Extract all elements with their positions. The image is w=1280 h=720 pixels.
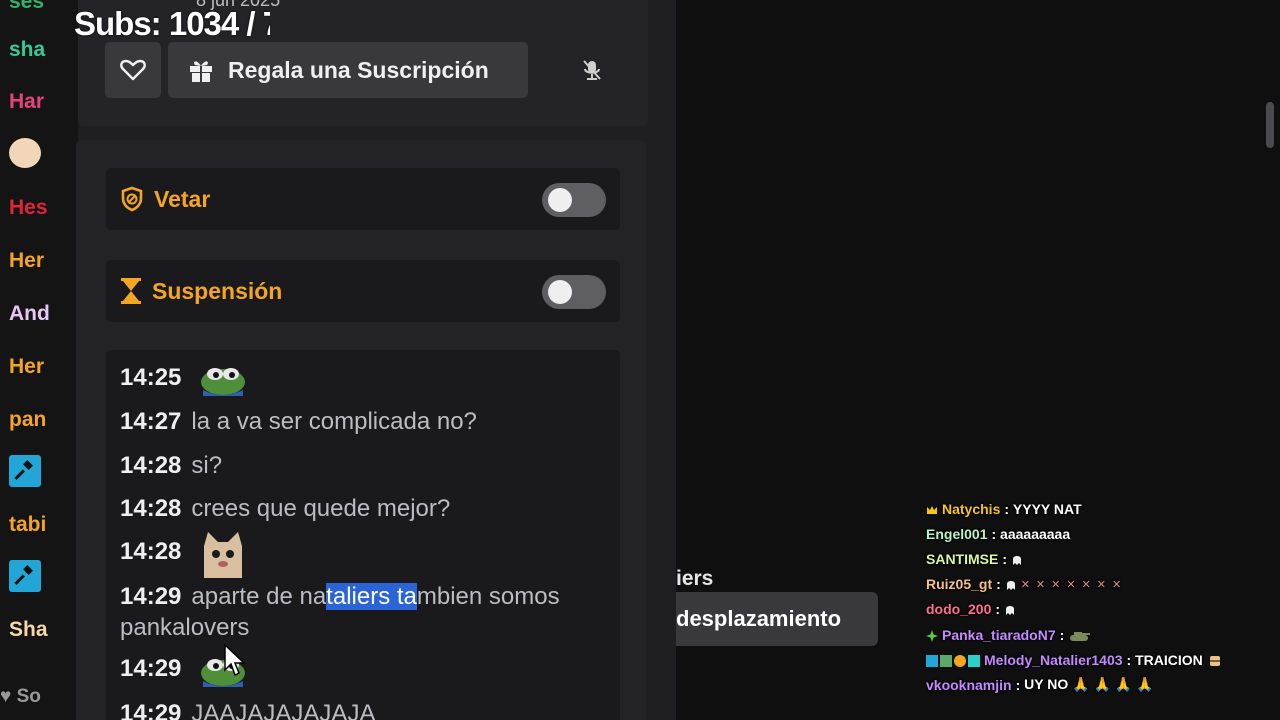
chat-username[interactable]: sha bbox=[9, 38, 45, 62]
hammer-badge-icon bbox=[9, 455, 41, 487]
ghost-emoji-icon bbox=[1005, 578, 1017, 591]
overlay-chat-line: dodo_200: bbox=[926, 597, 1276, 622]
ghost-emoji-icon bbox=[1011, 553, 1023, 565]
chat-username[interactable]: ses bbox=[9, 0, 44, 14]
overlay-chat-line: Engel001: aaaaaaaaa bbox=[926, 525, 1071, 542]
shield-ban-icon bbox=[121, 186, 143, 212]
chat-username[interactable]: Har bbox=[9, 90, 44, 114]
user-chat-history: 14:25 14:27 la a va ser complicada no? 14… bbox=[106, 350, 620, 720]
selected-text[interactable]: taliers ta bbox=[326, 583, 417, 610]
chat-username[interactable]: pan bbox=[9, 408, 46, 432]
timeout-row: Suspensión bbox=[106, 260, 620, 322]
chat-log-message: 14:28 bbox=[120, 528, 248, 578]
left-footer: ♥ So bbox=[0, 686, 41, 707]
timeout-label: Suspensión bbox=[152, 277, 283, 304]
chat-username[interactable]: tabi bbox=[9, 513, 46, 537]
pepe-emote-icon bbox=[198, 362, 248, 396]
sandwich-emoji-icon bbox=[1209, 654, 1221, 666]
heart-icon: ♥ bbox=[0, 686, 17, 707]
resume-scroll-label: desplazamiento bbox=[676, 606, 842, 631]
chat-log-message: 14:28 si? bbox=[120, 452, 223, 479]
gift-sub-label: Regala una Suscripción bbox=[228, 56, 489, 83]
ghost-emoji-icon bbox=[1004, 603, 1016, 616]
chat-username[interactable]: Her bbox=[9, 355, 44, 379]
gift-sub-button[interactable]: Regala una Suscripción bbox=[168, 42, 528, 98]
overlay-chat-line: Panka_tiaradoN7: bbox=[926, 622, 1276, 647]
chat-log-message: 14:27 la a va ser complicada no? bbox=[120, 408, 477, 435]
ban-label: Vetar bbox=[154, 185, 211, 212]
resume-scroll-button[interactable]: desplazamiento bbox=[676, 592, 878, 646]
left-chat-strip: ses sha Har Hes Her And Her pan tabi Sha… bbox=[0, 0, 78, 720]
overlay-chat-line: Melody_Natalier1403: TRAICION bbox=[926, 647, 1276, 672]
crown-icon bbox=[926, 503, 938, 515]
hammer-badge-icon bbox=[9, 560, 41, 592]
gift-icon bbox=[190, 61, 212, 82]
chat-log-message-continuation: pankalovers bbox=[120, 614, 250, 641]
timeout-toggle[interactable] bbox=[542, 275, 606, 309]
cat-emote-icon bbox=[198, 528, 248, 578]
chat-log-message: 14:29 aparte de nataliers tambien somos bbox=[120, 583, 560, 610]
ban-toggle[interactable] bbox=[542, 183, 606, 217]
chat-log-message: 14:29 JAAJAJAJAJAJA bbox=[120, 700, 376, 720]
mouse-cursor-icon bbox=[224, 643, 246, 678]
chat-log-message: 14:25 bbox=[120, 362, 248, 396]
scrollbar-thumb[interactable] bbox=[1266, 102, 1274, 148]
emoji-row-icon: ✕✕✕✕✕✕✕ bbox=[1020, 578, 1128, 591]
mute-mic-icon[interactable] bbox=[580, 58, 604, 82]
stream-screen: ses sha Har Hes Her And Her pan tabi Sha… bbox=[0, 0, 1280, 720]
star-badge-icon bbox=[926, 629, 938, 642]
subs-counter: Subs: 1034 / 7 bbox=[74, 5, 270, 42]
hourglass-icon bbox=[121, 278, 141, 304]
follow-button[interactable] bbox=[105, 42, 161, 98]
ban-row: Vetar bbox=[106, 168, 620, 230]
chat-log-message: 14:28 crees que quede mejor? bbox=[120, 495, 451, 522]
stream-overlay-chat: Natychis: YYYY NAT Engel001: aaaaaaaaa S… bbox=[926, 496, 1276, 698]
cat-emote-icon bbox=[9, 138, 41, 168]
chat-username[interactable]: Hes bbox=[9, 196, 48, 220]
overlay-chat-line: Ruiz05_gt: ✕✕✕✕✕✕✕ bbox=[926, 576, 1128, 593]
chat-username[interactable]: And bbox=[9, 302, 50, 326]
chat-username[interactable]: Her bbox=[9, 249, 44, 273]
chat-username[interactable]: Sha bbox=[9, 618, 48, 642]
tank-emoji-icon bbox=[1068, 629, 1091, 641]
overlay-chat-line: Natychis: YYYY NAT bbox=[926, 496, 1276, 521]
heart-icon bbox=[120, 59, 146, 81]
overlay-chat-line: vkooknamjin: UY NO 🙏 🙏 🙏 🙏 bbox=[926, 676, 1154, 693]
overlay-chat-line: SANTIMSE: bbox=[926, 546, 1276, 571]
multi-badge-icon bbox=[926, 654, 980, 667]
tooltip-fragment: iers bbox=[676, 567, 714, 590]
